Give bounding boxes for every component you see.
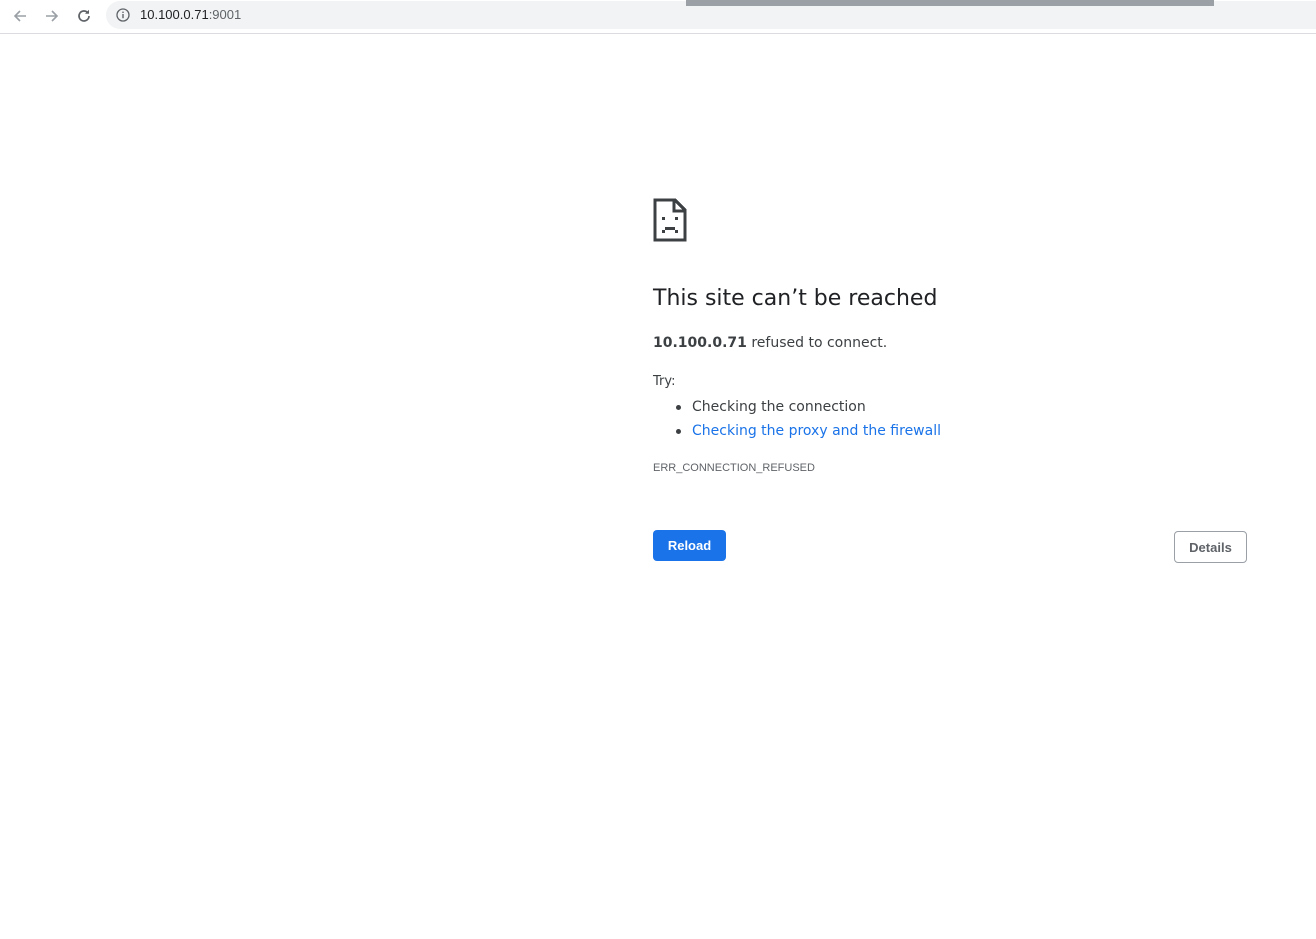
suggestion-check-proxy-firewall-link[interactable]: Checking the proxy and the firewall bbox=[653, 419, 941, 443]
reload-icon bbox=[78, 9, 90, 22]
error-host: 10.100.0.71 bbox=[653, 335, 747, 351]
error-heading: This site can’t be reached bbox=[653, 286, 938, 311]
error-code: ERR_CONNECTION_REFUSED bbox=[653, 462, 815, 474]
details-button[interactable]: Details bbox=[1174, 531, 1247, 563]
browser-toolbar: 10.100.0.71:9001 bbox=[0, 0, 1316, 34]
forward-button[interactable] bbox=[38, 2, 66, 30]
url-host: 10.100.0.71 bbox=[140, 7, 209, 22]
forward-arrow-icon bbox=[46, 10, 59, 22]
url-text[interactable]: 10.100.0.71:9001 bbox=[140, 7, 241, 22]
back-button[interactable] bbox=[6, 2, 34, 30]
sad-page-icon bbox=[653, 198, 687, 242]
try-label: Try: bbox=[653, 374, 676, 389]
reload-page-button[interactable] bbox=[70, 2, 98, 30]
url-port: :9001 bbox=[208, 7, 242, 22]
error-summary-text: refused to connect. bbox=[746, 335, 888, 351]
reload-button[interactable]: Reload bbox=[653, 530, 726, 561]
info-icon[interactable] bbox=[116, 8, 130, 22]
error-summary: 10.100.0.71 refused to connect. bbox=[653, 335, 887, 351]
suggestion-check-connection: Checking the connection bbox=[653, 395, 941, 419]
back-arrow-icon bbox=[13, 10, 26, 22]
suggestions-list: Checking the connection Checking the pro… bbox=[653, 395, 941, 443]
loading-overlay-bar bbox=[686, 0, 1214, 6]
